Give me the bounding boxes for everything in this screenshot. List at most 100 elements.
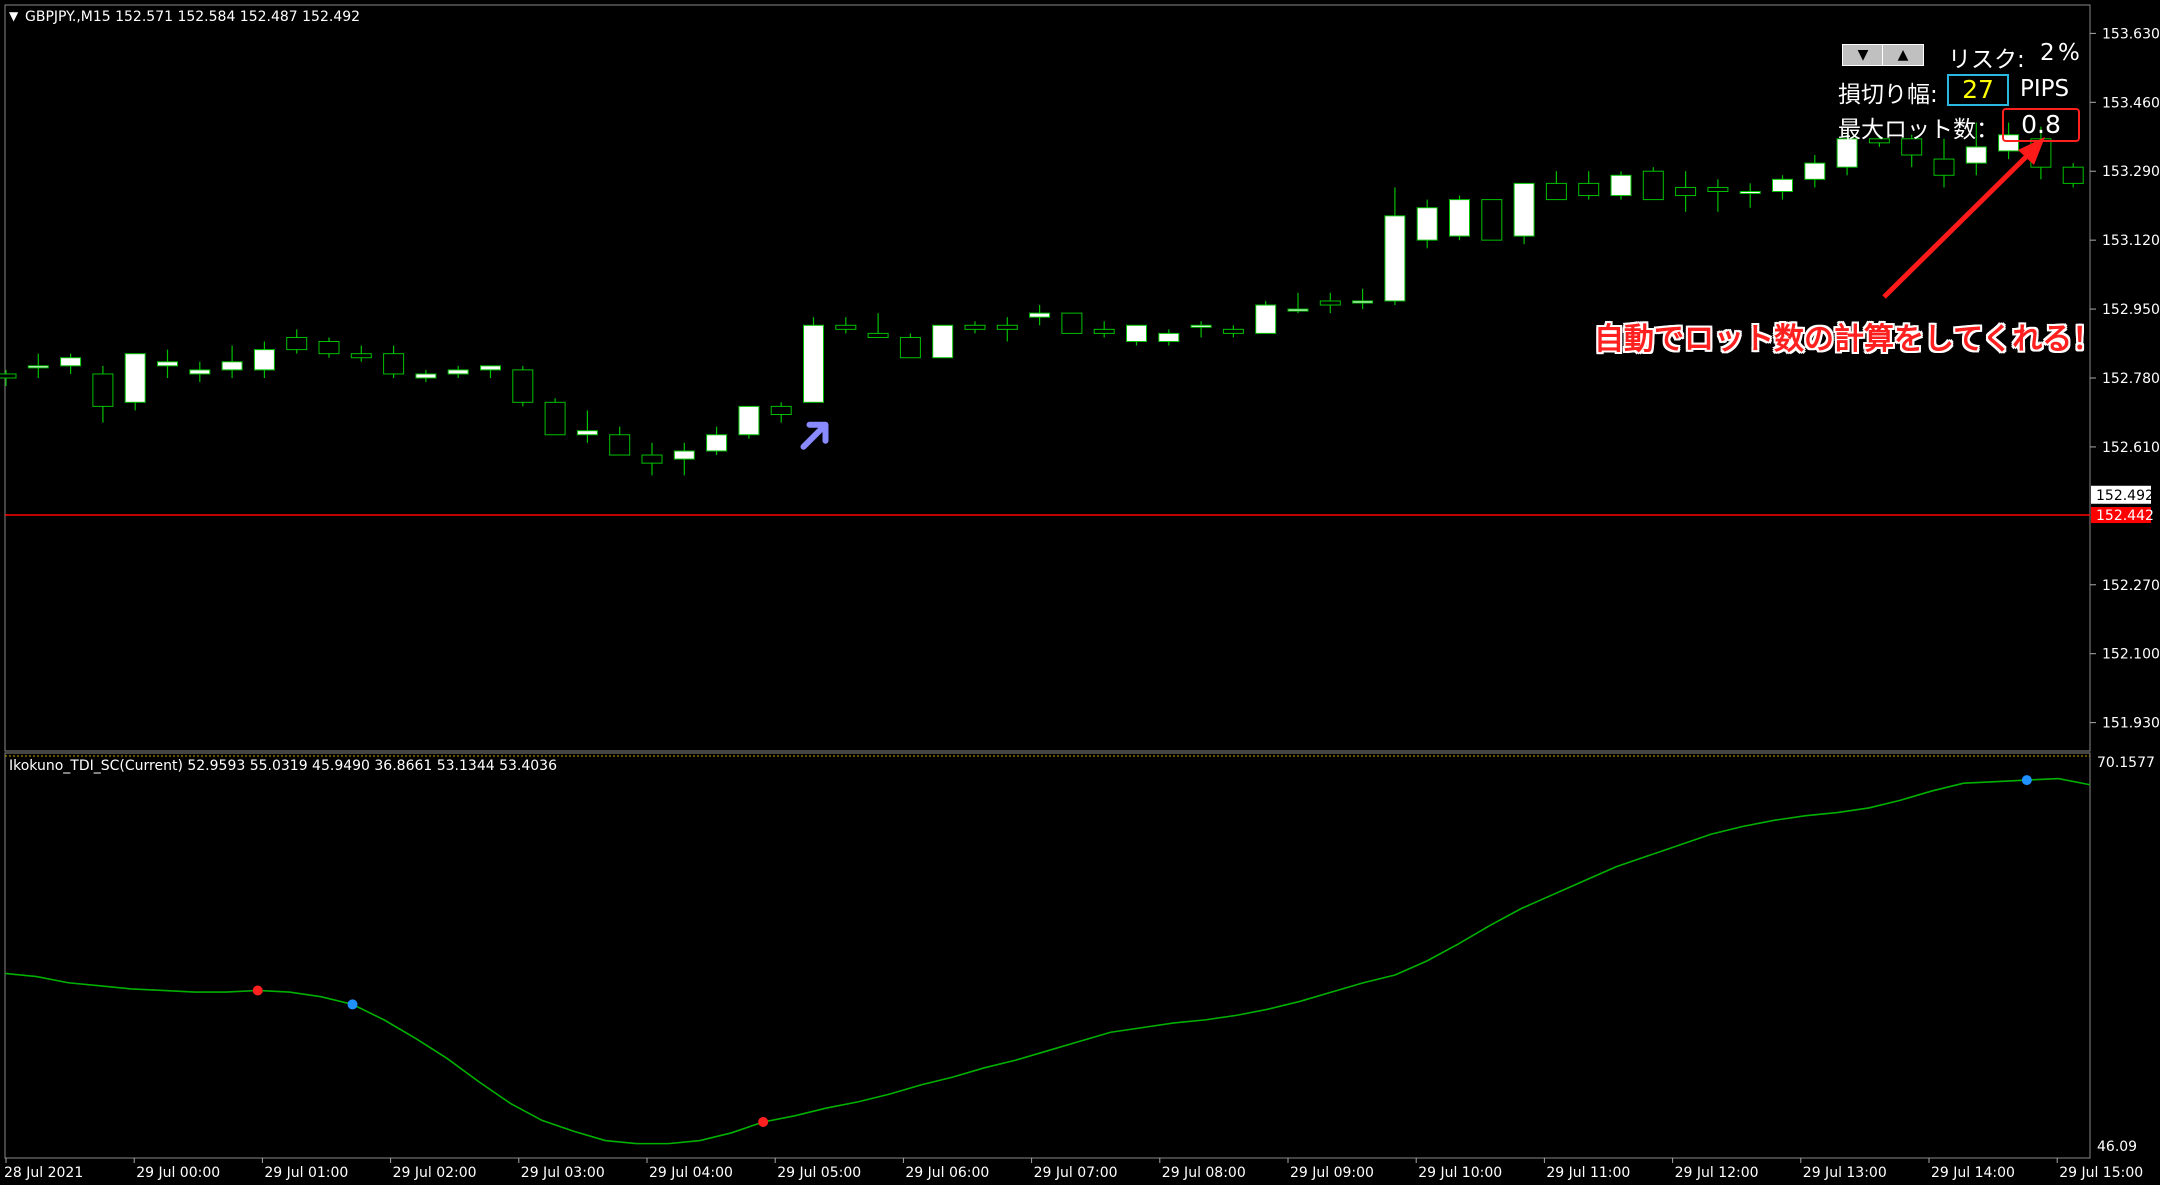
candle-body	[835, 324, 857, 330]
indicator-marker	[252, 985, 263, 996]
time-tick-label: 29 Jul 01:00	[264, 1165, 348, 1181]
risk-unit: %	[2058, 40, 2080, 66]
candle-body	[673, 450, 695, 460]
candle-body	[1093, 328, 1115, 334]
indicator-header: Ikokuno_TDI_SC(Current) 52.9593 55.0319 …	[9, 758, 557, 774]
chart-header-arrow[interactable]: ▼	[9, 9, 19, 23]
stoploss-label: 損切り幅:	[1838, 82, 1938, 108]
time-tick-label: 29 Jul 07:00	[1034, 1165, 1118, 1181]
candle-body	[641, 454, 663, 464]
candle-body	[1416, 207, 1438, 241]
time-tick-label: 28 Jul 2021	[4, 1165, 83, 1181]
candle-body	[27, 365, 49, 369]
price-tick-label: 153.460	[2102, 95, 2160, 111]
price-tick-label: 151.930	[2102, 716, 2160, 732]
candle-body	[1965, 146, 1987, 164]
chart-canvas[interactable]: 153.630 153.460 153.290 153.120 152.950 152.7…	[0, 0, 2160, 1185]
current-price-label: 152.492	[2096, 488, 2154, 504]
candle-body	[1610, 174, 1632, 197]
candle-body	[1126, 324, 1147, 343]
candle-body	[738, 405, 760, 436]
candle-body	[1319, 300, 1341, 306]
time-tick-label: 29 Jul 04:00	[649, 1165, 733, 1181]
candle-body	[964, 324, 986, 330]
candle-body	[1545, 182, 1567, 201]
price-tick-label: 153.630	[2102, 26, 2160, 42]
time-tick-label: 29 Jul 11:00	[1546, 1165, 1630, 1181]
time-tick-label: 29 Jul 06:00	[905, 1165, 989, 1181]
candle-body	[286, 336, 308, 351]
time-tick-label: 29 Jul 10:00	[1418, 1165, 1502, 1181]
indicator-marker	[347, 999, 358, 1010]
risk-decrease-button[interactable]: ▼	[1842, 44, 1884, 66]
time-tick-label: 29 Jul 00:00	[136, 1165, 220, 1181]
annotation-text: 自動でロット数の計算をしてくれる！	[1594, 322, 2103, 357]
candle-body	[1933, 158, 1955, 176]
candle-body	[899, 336, 921, 359]
price-tick-label: 152.780	[2102, 371, 2160, 387]
price-tick-label: 152.100	[2102, 647, 2160, 663]
candle-body	[867, 332, 889, 338]
candle-body	[383, 353, 405, 375]
candle-body	[1513, 182, 1535, 237]
candle-body	[1222, 328, 1244, 334]
indicator-marker	[2021, 775, 2032, 786]
candle-body	[1772, 178, 1793, 193]
candle-body	[1061, 312, 1083, 334]
candle-body	[124, 353, 146, 403]
time-tick-label: 29 Jul 03:00	[521, 1165, 605, 1181]
candle-body	[996, 324, 1018, 330]
risk-increase-button[interactable]: ▲	[1882, 44, 1924, 66]
candle-body	[1190, 324, 1212, 328]
chart-header: GBPJPY.,M15 152.571 152.584 152.487 152.…	[25, 9, 360, 25]
candle-body	[1352, 300, 1374, 304]
time-tick-label: 29 Jul 05:00	[777, 1165, 861, 1181]
price-tick-label: 152.270	[2102, 578, 2160, 594]
risk-label: リスク:	[1948, 47, 2025, 73]
candle-body	[92, 373, 114, 407]
time-tick-label: 29 Jul 12:00	[1675, 1165, 1759, 1181]
bid-price-label: 152.442	[2096, 508, 2154, 524]
candle-body	[544, 401, 566, 436]
stoploss-unit: PIPS	[2020, 76, 2070, 102]
time-tick-label: 29 Jul 08:00	[1162, 1165, 1246, 1181]
candle-body	[415, 373, 437, 379]
candle-body	[350, 353, 372, 359]
candle-body	[706, 434, 728, 452]
candle-body	[1449, 199, 1470, 237]
candle-body	[253, 349, 275, 371]
candle-body	[1158, 332, 1180, 343]
candle-body	[609, 434, 631, 456]
indicator-tick-label: 46.09	[2097, 1139, 2137, 1155]
maxlot-value: 0.8	[2002, 108, 2080, 142]
candle-body	[576, 430, 598, 436]
price-tick-label: 153.120	[2102, 233, 2160, 249]
time-tick-label: 29 Jul 15:00	[2059, 1165, 2143, 1181]
candle-body	[221, 361, 243, 371]
candle-body	[1675, 186, 1697, 197]
candle-body	[803, 324, 824, 403]
candle-body	[1029, 312, 1051, 318]
candle-body	[0, 373, 17, 379]
candle-body	[157, 361, 178, 367]
risk-value: 2	[2040, 40, 2055, 66]
indicator-tick-label: 70.1577	[2097, 755, 2155, 771]
indicator-marker	[758, 1116, 769, 1127]
candle-body	[1642, 170, 1664, 201]
stoploss-input[interactable]: 27	[1947, 74, 2009, 106]
candle-body	[1481, 199, 1503, 241]
candle-body	[1804, 162, 1826, 180]
candle-body	[1578, 182, 1600, 197]
candle-body	[932, 324, 954, 359]
price-tick-label: 152.950	[2102, 302, 2160, 318]
candle-body	[447, 369, 469, 375]
candle-body	[1287, 308, 1309, 312]
candle-body	[1384, 215, 1406, 302]
time-tick-label: 29 Jul 09:00	[1290, 1165, 1374, 1181]
candle-body	[60, 357, 82, 367]
candle-body	[1707, 186, 1729, 192]
time-tick-label: 29 Jul 02:00	[393, 1165, 477, 1181]
candle-body	[1255, 304, 1277, 334]
candle-body	[770, 405, 792, 415]
time-tick-label: 29 Jul 14:00	[1931, 1165, 2015, 1181]
